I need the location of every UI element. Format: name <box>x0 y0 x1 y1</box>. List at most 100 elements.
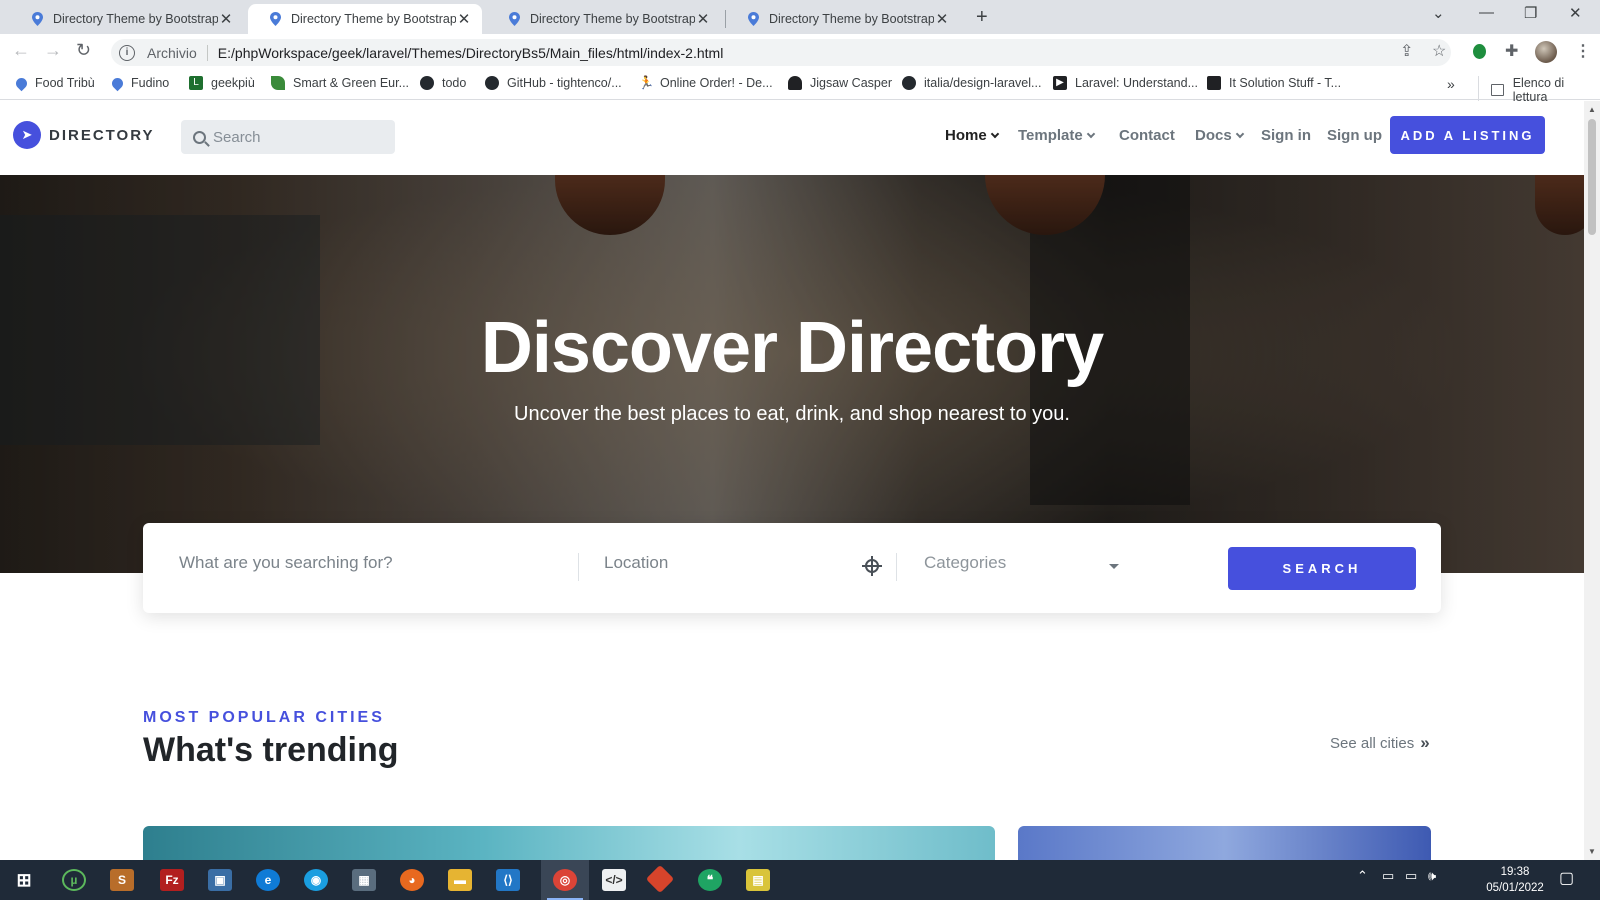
address-scheme: Archivio <box>147 44 197 61</box>
add-listing-button[interactable]: ADD A LISTING <box>1390 116 1545 154</box>
system-clock[interactable]: 19:38 05/01/2022 <box>1480 864 1550 896</box>
section-eyebrow: MOST POPULAR CITIES <box>143 709 385 726</box>
crosshair-icon[interactable] <box>862 556 882 576</box>
nav-contact[interactable]: Contact <box>1119 127 1175 144</box>
site-search[interactable] <box>181 120 395 154</box>
nav-label: Home <box>945 127 987 144</box>
bookmark-item[interactable]: Lgeekpiù <box>189 76 255 90</box>
categories-select[interactable]: Categories <box>924 553 1006 573</box>
code-editor-icon[interactable]: </> <box>602 869 626 891</box>
extension-icon[interactable] <box>1473 44 1486 59</box>
bookmark-item[interactable]: Food Tribù <box>13 75 95 91</box>
bookmark-label: Online Order! - De... <box>660 76 773 90</box>
back-icon[interactable]: ← <box>12 40 30 61</box>
bookmark-item[interactable]: Jigsaw Casper <box>788 76 892 90</box>
scroll-down-icon[interactable]: ▼ <box>1588 847 1596 856</box>
file-explorer-icon[interactable]: ▬ <box>448 869 472 891</box>
menu-icon[interactable]: ⋮ <box>1575 41 1591 61</box>
bookmark-label: It Solution Stuff - T... <box>1229 76 1342 90</box>
browser-tab-2[interactable]: Directory Theme by Bootstrapious ✕ <box>248 4 482 34</box>
utorrent-icon[interactable]: µ <box>62 869 86 891</box>
github-icon <box>420 76 434 90</box>
bookmark-label: todo <box>442 76 467 90</box>
edge-icon[interactable]: e <box>256 869 280 891</box>
bookmark-item[interactable]: Smart & Green Eur... <box>271 76 409 90</box>
reading-list-icon <box>1491 84 1504 96</box>
search-input[interactable] <box>213 128 383 146</box>
hero-title: Discover Directory <box>480 308 1104 388</box>
close-icon[interactable]: ✕ <box>218 10 234 28</box>
more-bookmarks-icon[interactable]: » <box>1447 76 1455 92</box>
nav-label: Template <box>1018 127 1083 144</box>
tray-chevron-up-icon[interactable]: ⌃ <box>1357 868 1368 884</box>
nav-sign-up[interactable]: Sign up <box>1327 127 1382 144</box>
close-icon[interactable]: ✕ <box>695 10 711 28</box>
filezilla-icon[interactable]: Fz <box>160 869 184 891</box>
volume-icon[interactable]: 🕪 <box>1428 868 1436 884</box>
city-card[interactable] <box>1018 826 1431 860</box>
windows-start-icon[interactable]: ⊞ <box>12 869 36 891</box>
new-tab-icon[interactable]: + <box>976 6 988 29</box>
scroll-up-icon[interactable]: ▲ <box>1588 105 1596 114</box>
notifications-icon[interactable]: ▢ <box>1559 868 1574 888</box>
bookmark-item[interactable]: It Solution Stuff - T... <box>1207 76 1341 90</box>
scrollbar-thumb[interactable] <box>1588 119 1596 235</box>
git-icon[interactable] <box>645 864 675 894</box>
geek-icon: L <box>189 76 203 90</box>
extensions-icon[interactable]: ✚ <box>1505 41 1518 61</box>
network-app-icon[interactable]: ▣ <box>208 869 232 891</box>
hangouts-icon[interactable]: ❝ <box>698 869 722 891</box>
bookmark-item[interactable]: todo <box>420 76 466 90</box>
close-icon[interactable]: ✕ <box>934 10 950 28</box>
see-all-cities-link[interactable]: See all cities » <box>1330 733 1430 753</box>
window-close-icon[interactable]: ✕ <box>1569 4 1582 22</box>
query-field[interactable] <box>179 553 539 573</box>
site-icon <box>1207 76 1221 90</box>
reload-icon[interactable]: ↻ <box>76 40 91 61</box>
location-input[interactable] <box>604 553 844 573</box>
query-input[interactable] <box>179 553 539 573</box>
forward-icon[interactable]: → <box>44 40 62 61</box>
nav-home[interactable]: Home <box>945 127 999 144</box>
restore-icon[interactable]: ❐ <box>1524 4 1537 22</box>
bookmark-item[interactable]: GitHub - tightenco/... <box>485 76 622 90</box>
star-icon[interactable]: ☆ <box>1432 41 1446 61</box>
search-button[interactable]: SEARCH <box>1228 547 1416 590</box>
brand-logo[interactable]: ➤ DIRECTORY <box>13 121 155 149</box>
bookmark-item[interactable]: ▶ Laravel: Understand... <box>1053 76 1198 90</box>
firefox-icon[interactable]: ◕ <box>400 869 424 891</box>
ghost-icon <box>788 76 802 90</box>
vscode-icon[interactable]: ⟨⟩ <box>496 869 520 891</box>
bookmark-item[interactable]: italia/design-laravel... <box>902 76 1041 90</box>
chrome-icon[interactable]: ◎ <box>553 869 577 891</box>
nav-template[interactable]: Template <box>1018 127 1095 144</box>
browser-tab-4[interactable]: Directory Theme by Bootstrapious ✕ <box>726 4 960 34</box>
location-field[interactable] <box>604 553 844 573</box>
share-icon[interactable]: ⇪ <box>1400 41 1413 61</box>
browser-app-icon[interactable]: ◉ <box>304 869 328 891</box>
network-icon[interactable]: ▭ <box>1405 868 1417 884</box>
nav-docs[interactable]: Docs <box>1195 127 1244 144</box>
close-icon[interactable]: ✕ <box>456 10 472 28</box>
calculator-icon[interactable]: ▦ <box>352 869 376 891</box>
tray-device-icon[interactable]: ▭ <box>1382 868 1394 884</box>
tab-search-icon[interactable]: ⌄ <box>1432 4 1445 22</box>
paper-plane-icon: ➤ <box>13 121 41 149</box>
avatar[interactable] <box>1535 41 1557 63</box>
city-card[interactable] <box>143 826 995 860</box>
info-icon[interactable]: i <box>119 44 135 61</box>
bookmark-item[interactable]: Fudino <box>109 75 169 91</box>
tab-title: Directory Theme by Bootstrapious <box>291 12 456 26</box>
minimize-icon[interactable]: — <box>1479 4 1494 21</box>
bookmark-item[interactable]: 🏃 Online Order! - De... <box>638 76 773 90</box>
sublime-icon[interactable]: S <box>110 869 134 891</box>
browser-tab-1[interactable]: Directory Theme by Bootstrapious ✕ <box>10 4 244 34</box>
reading-list-button[interactable]: Elenco di lettura <box>1478 76 1600 104</box>
nav-sign-in[interactable]: Sign in <box>1261 127 1311 144</box>
archive-app-icon[interactable]: ▤ <box>746 869 770 891</box>
page-scrollbar[interactable]: ▲ ▼ <box>1584 101 1600 860</box>
tab-title: Directory Theme by Bootstrapious <box>53 12 218 26</box>
address-bar[interactable]: i Archivio E:/phpWorkspace/geek/laravel/… <box>111 39 1451 66</box>
browser-tab-3[interactable]: Directory Theme by Bootstrapious ✕ <box>487 4 721 34</box>
address-url[interactable]: E:/phpWorkspace/geek/laravel/Themes/Dire… <box>218 45 724 61</box>
